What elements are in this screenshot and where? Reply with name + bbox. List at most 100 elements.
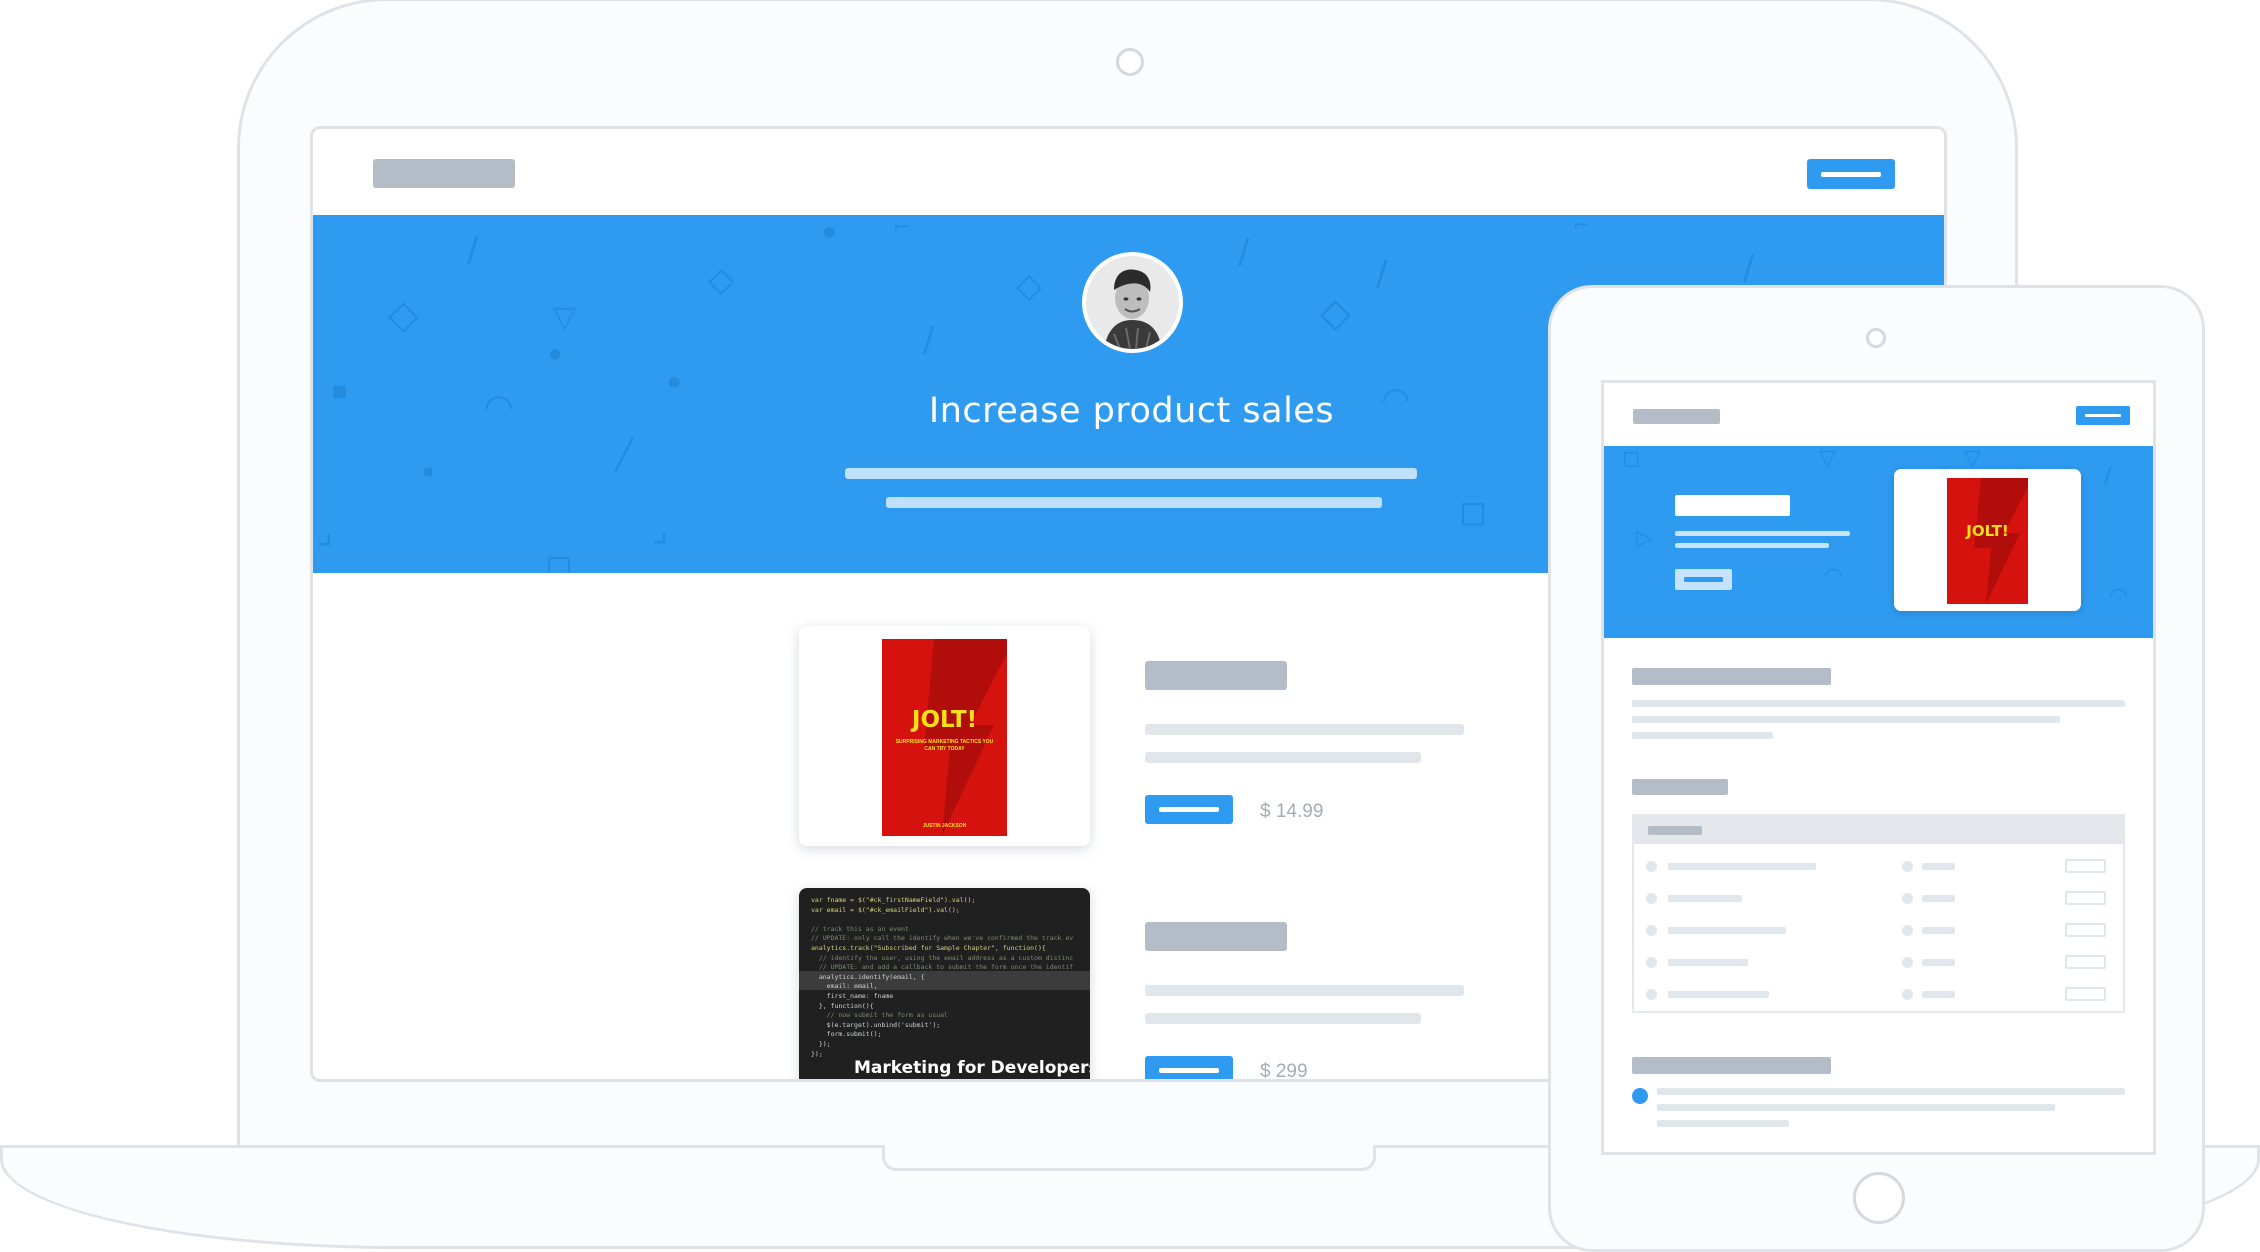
laptop-trackpad-notch [882,1145,1376,1171]
confetti-shape: / [1376,254,1388,294]
confetti-shape: ▽ [553,300,577,335]
tablet-screen: ◻ ▽ ▷ ◠ / ◠ ▽ JOLT! [1601,380,2156,1155]
radio-selected[interactable] [1632,1088,1648,1104]
row-status-dot [1902,925,1913,936]
text-line [1657,1104,2055,1111]
row-value [1922,863,1955,870]
product-description-line [1145,1013,1421,1024]
confetti-shape: / [467,230,479,270]
row-label [1668,959,1748,966]
row-label [1668,927,1786,934]
table-header-label [1648,826,1702,835]
text-line [1657,1088,2125,1095]
confetti-shape: ● [668,374,681,390]
text-line [1632,716,2060,723]
row-status-dot [1646,861,1657,872]
header-cta-button[interactable] [1807,159,1895,189]
confetti-shape: ● [823,224,836,240]
row-action-box[interactable] [2065,955,2106,969]
book-cover-jolt: JOLT! [1947,478,2028,604]
row-value [1922,991,1955,998]
code-line: email: email, [811,982,878,991]
tablet-hero-line [1675,543,1829,548]
code-line: // UPDATE: only call the identify when w… [811,934,1074,943]
table-header [1634,816,2123,844]
confetti-shape: ▪ [423,461,434,480]
confetti-shape: ⌐ [893,215,910,239]
code-line: form.submit(); [811,1030,882,1039]
hero-subtitle-line [886,497,1382,508]
confetti-shape: ● [549,346,562,362]
row-value [1922,895,1955,902]
confetti-shape: ▷ [1636,526,1653,551]
code-line: first_name: fname [811,991,894,1000]
confetti-shape: / [923,320,935,360]
tablet-home-button[interactable] [1853,1172,1905,1224]
row-label [1668,991,1769,998]
text-line [1632,700,2125,707]
code-line: analytics.identify(email, { [811,972,925,981]
confetti-shape: / [2104,464,2112,489]
row-status-dot [1646,989,1657,1000]
product-description-line [1145,985,1464,996]
confetti-shape: ◻ [1622,446,1641,471]
hero-subtitle-line [845,468,1417,479]
logo-placeholder [1633,409,1720,424]
confetti-shape: ▽ [1819,446,1836,471]
tablet-product-card[interactable]: JOLT! [1894,469,2081,611]
row-label [1668,895,1742,902]
product-price: $ 14.99 [1260,801,1324,822]
confetti-shape: ◇ [388,292,419,338]
buy-button[interactable] [1145,1056,1233,1079]
code-line: // track this as an event [811,924,909,933]
confetti-shape: ◇ [1016,266,1043,306]
row-action-box[interactable] [2065,987,2106,1001]
author-avatar [1082,252,1183,353]
code-line: var email = $("#ck_emailField").val(); [811,905,960,914]
laptop-camera [1116,48,1144,76]
text-line [1657,1120,1789,1127]
section-title-placeholder [1632,668,1831,685]
row-value [1922,927,1955,934]
product-card-jolt[interactable]: JOLT! SURPRISING MARKETING TACTICS YOU C… [799,626,1090,846]
code-snippet: var fname = $("#ck_firstNameField").val(… [811,896,1090,1059]
product-title-placeholder [1145,922,1287,951]
tablet-hero-line [1675,531,1850,536]
row-action-box[interactable] [2065,923,2106,937]
code-line: $(e.target).unbind('submit'); [811,1020,941,1029]
row-status-dot [1902,893,1913,904]
header-cta-button[interactable] [2076,406,2130,425]
confetti-shape: ◻ [1459,492,1488,532]
book-subtitle: SURPRISING MARKETING TACTICS YOU CAN TRY… [895,739,994,752]
code-line: analytics.track("Subscribed for Sample C… [811,943,1046,952]
row-status-dot [1646,957,1657,968]
tablet-hero-button[interactable] [1675,569,1732,590]
confetti-shape: / [1238,232,1250,272]
book-author: JUSTIN JACKSON [922,823,967,829]
confetti-shape: ◇ [708,260,735,300]
row-label [1668,863,1816,870]
code-line: // now submit the form as usual [811,1011,948,1020]
book-title: JOLT! [1966,522,2009,540]
row-status-dot [1646,893,1657,904]
row-status-dot [1902,989,1913,1000]
product-title-placeholder [1145,661,1287,690]
confetti-shape: ◠ [1824,564,1844,589]
product-card-marketing[interactable]: var fname = $("#ck_firstNameField").val(… [799,888,1090,1079]
tablet-camera [1866,328,1886,348]
row-action-box[interactable] [2065,891,2106,905]
row-action-box[interactable] [2065,859,2106,873]
row-status-dot [1902,861,1913,872]
tablet-hero-banner: ◻ ▽ ▷ ◠ / ◠ ▽ JOLT! [1604,446,2153,638]
buy-button[interactable] [1145,795,1233,824]
confetti-shape: ▽ [1964,446,1981,471]
product-price: $ 299 [1260,1061,1308,1082]
confetti-shape: ◻ [545,546,574,573]
confetti-shape: ⌟ [652,510,668,550]
book-title: JOLT! [911,707,978,733]
section-title-placeholder [1632,1057,1831,1074]
code-line: }, function(){ [811,1001,874,1010]
tablet-hero-title-placeholder [1675,495,1790,516]
lightning-icon [1974,478,2028,604]
